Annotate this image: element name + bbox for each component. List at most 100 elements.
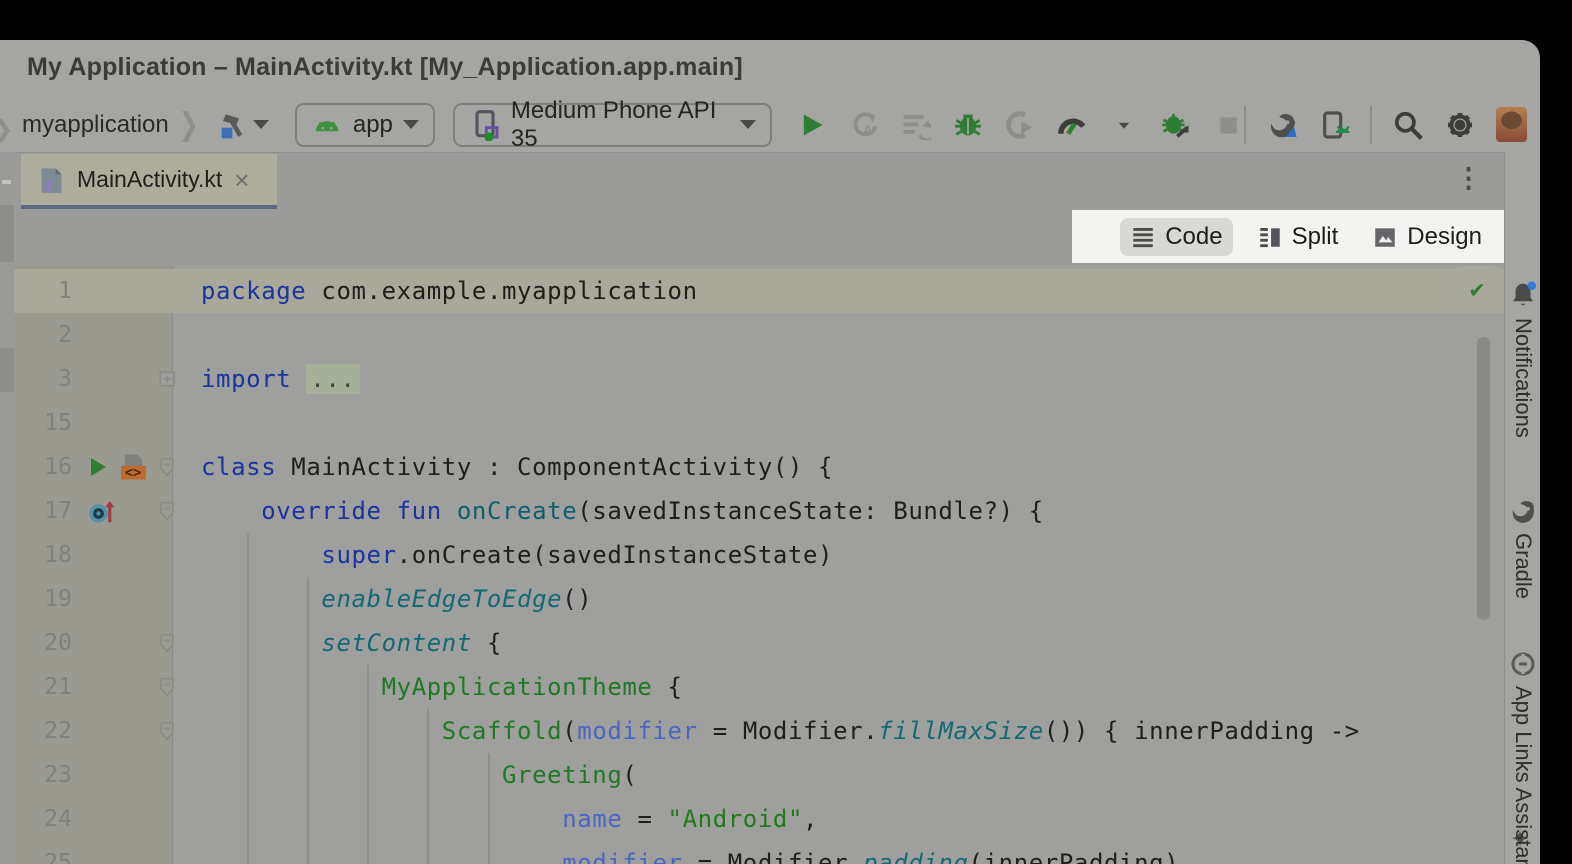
tab-options-kebab-icon[interactable]: ⋮ (1455, 163, 1482, 194)
tab-close-icon[interactable]: × (234, 170, 249, 190)
view-mode-label: Split (1292, 223, 1339, 251)
user-avatar[interactable] (1496, 107, 1527, 142)
device-selector[interactable]: Medium Phone API 35 (453, 103, 772, 147)
device-manager-icon[interactable] (1318, 109, 1350, 141)
apply-changes-icon[interactable]: A (848, 109, 880, 141)
debug-icon[interactable] (952, 109, 984, 141)
code-segment: ()) { innerPadding -> (1044, 717, 1360, 745)
compose-file-icon[interactable]: <> (116, 452, 146, 482)
code-segment (442, 497, 457, 525)
code-text[interactable]: modifier = Modifier.padding(innerPadding… (187, 849, 1179, 864)
editor-scrollbar-thumb[interactable] (1477, 337, 1490, 620)
code-text[interactable]: MyApplicationTheme { (187, 673, 683, 701)
code-line-25: 25modifier = Modifier.padding(innerPaddi… (14, 841, 1504, 864)
fold-marker[interactable] (146, 718, 187, 744)
run-gutter-icon[interactable] (86, 455, 110, 479)
tool-stripe-notifications[interactable]: Notifications (1505, 280, 1540, 438)
code-segment: .onCreate(savedInstanceState) (397, 541, 833, 569)
android-studio-window: My Application – MainActivity.kt [My_App… (0, 40, 1540, 864)
view-mode-split[interactable]: Split (1247, 218, 1349, 256)
settings-gear-icon[interactable] (1444, 109, 1476, 141)
fold-marker[interactable] (146, 369, 187, 389)
code-segment: override fun (261, 497, 442, 525)
toolbar-divider (1370, 106, 1372, 144)
line-number: 1 (14, 278, 72, 304)
left-tool-stripe[interactable] (0, 152, 14, 864)
toolbar-right-group (1244, 106, 1540, 144)
code-segment: ... (306, 364, 359, 394)
code-text[interactable]: class MainActivity : ComponentActivity()… (187, 453, 833, 481)
code-text[interactable]: name = "Android", (187, 805, 818, 833)
code-text[interactable]: import ... (187, 365, 360, 393)
code-segment: "Android" (668, 805, 803, 833)
apply-code-changes-icon[interactable] (900, 109, 932, 141)
build-dropdown-caret-icon[interactable] (253, 120, 269, 129)
gutter-icons (72, 496, 146, 526)
code-line-19: 19enableEdgeToEdge() (14, 577, 1504, 621)
code-text[interactable]: super.onCreate(savedInstanceState) (187, 541, 833, 569)
indent-guide (247, 533, 249, 864)
fold-marker[interactable] (146, 630, 187, 656)
inspection-status-widget[interactable]: ✔ (1452, 266, 1502, 312)
profile-low-overhead-icon[interactable] (1160, 109, 1192, 141)
run-actions-group: A (796, 109, 1244, 141)
profiler-icon[interactable] (1056, 109, 1088, 141)
line-number: 24 (14, 806, 72, 832)
run-play-icon[interactable] (796, 109, 828, 141)
code-segment: setContent (321, 629, 472, 657)
code-editor[interactable]: 1package com.example.myapplication23impo… (14, 265, 1504, 864)
stop-icon[interactable] (1212, 109, 1244, 141)
view-mode-code[interactable]: Code (1120, 218, 1232, 256)
line-number: 19 (14, 586, 72, 612)
search-icon[interactable] (1392, 109, 1424, 141)
kotlin-file-icon (35, 164, 67, 196)
code-segment: super (321, 541, 396, 569)
tool-stripe-label: Gradle (1510, 533, 1536, 599)
build-hammer-icon[interactable] (215, 109, 247, 141)
code-segment: ( (562, 717, 577, 745)
line-number: 22 (14, 718, 72, 744)
tool-stripe-label: App Links Assistant (1510, 686, 1536, 864)
right-tool-stripe: ✦ NotificationsGradleApp Links Assistant (1504, 152, 1540, 864)
view-mode-switcher: Code Split Design (1072, 210, 1504, 263)
dropdown-caret-icon[interactable] (1108, 109, 1140, 141)
code-segment: onCreate (457, 497, 577, 525)
code-text[interactable]: override fun onCreate(savedInstanceState… (187, 497, 1044, 525)
fold-marker[interactable] (146, 498, 187, 524)
code-line-17: 17override fun onCreate(savedInstanceSta… (14, 489, 1504, 533)
code-text[interactable]: setContent { (187, 629, 502, 657)
line-number: 16 (14, 454, 72, 480)
run-configuration-selector[interactable]: app (295, 103, 435, 147)
view-mode-design[interactable]: Design (1362, 218, 1492, 256)
fold-marker[interactable] (146, 454, 187, 480)
code-segment: = Modifier. (683, 849, 864, 864)
view-mode-label: Code (1165, 223, 1222, 251)
code-line-20: 20setContent { (14, 621, 1504, 665)
code-line-21: 21MyApplicationTheme { (14, 665, 1504, 709)
run-config-caret-icon (403, 120, 419, 129)
code-line-18: 18super.onCreate(savedInstanceState) (14, 533, 1504, 577)
fold-marker[interactable] (146, 674, 187, 700)
svg-text:A: A (863, 123, 873, 138)
code-text[interactable]: package com.example.myapplication (187, 277, 698, 305)
inspection-check-icon: ✔ (1470, 275, 1484, 303)
code-segment: class (201, 453, 276, 481)
breadcrumb-project[interactable]: myapplication (22, 111, 169, 139)
stripe-block (0, 205, 14, 262)
app-links-icon (1509, 650, 1537, 678)
code-text[interactable]: Scaffold(modifier = Modifier.fillMaxSize… (187, 717, 1360, 745)
gradle-sync-icon[interactable] (1266, 109, 1298, 141)
line-number: 15 (14, 410, 72, 436)
overrides-method-icon[interactable] (86, 496, 116, 526)
title-bar: My Application – MainActivity.kt [My_App… (0, 40, 1540, 97)
tool-stripe-gradle[interactable]: Gradle (1505, 495, 1540, 599)
code-text[interactable]: Greeting( (187, 761, 637, 789)
attach-debugger-icon[interactable] (1004, 109, 1036, 141)
tab-mainactivity[interactable]: MainActivity.kt × (21, 154, 277, 205)
code-segment: com.example.myapplication (306, 277, 697, 305)
code-segment: fillMaxSize (878, 717, 1044, 745)
code-line-24: 24 name = "Android", (14, 797, 1504, 841)
tool-stripe-app-links-assistant[interactable]: App Links Assistant (1505, 650, 1540, 864)
gradle-elephant-icon (1508, 495, 1538, 525)
device-phone-icon (469, 109, 501, 141)
